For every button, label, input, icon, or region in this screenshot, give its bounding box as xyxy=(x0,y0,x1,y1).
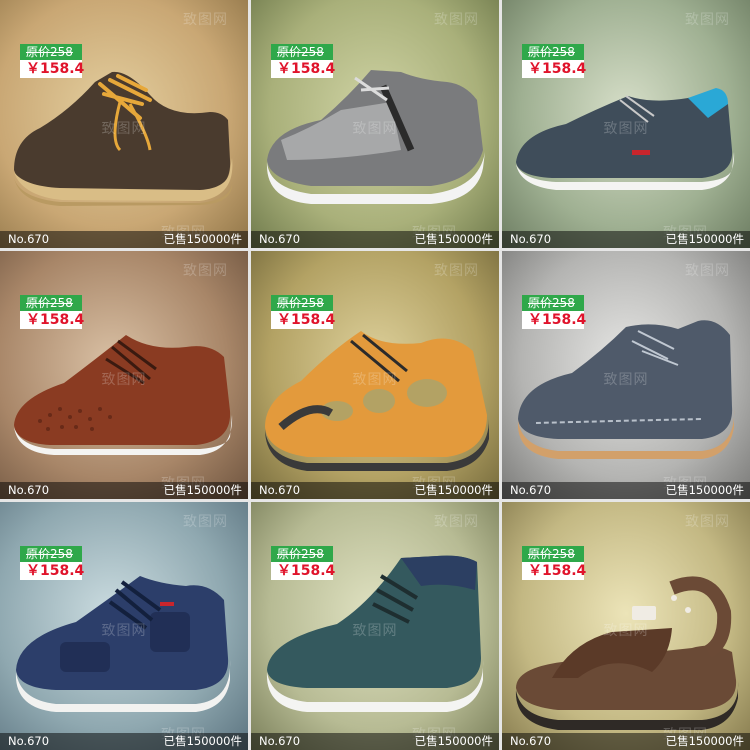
original-price: 原价258 xyxy=(271,546,333,562)
price-tag: 原价258 ￥158.4 xyxy=(20,295,84,329)
sale-price: ￥158.4 xyxy=(20,311,84,329)
sold-count: 已售150000件 xyxy=(665,734,744,748)
product-number: No.670 xyxy=(259,483,301,497)
product-card[interactable]: 致图网 致图网 致图网 原价258 ￥158.4 No.670 已售150000… xyxy=(502,251,750,499)
brown-leather-sandal-icon xyxy=(515,576,739,730)
sold-count: 已售150000件 xyxy=(414,734,493,748)
navy-suede-sneaker-icon xyxy=(516,88,735,190)
sale-price: ￥158.4 xyxy=(20,562,84,580)
sale-price: ￥158.4 xyxy=(522,311,586,329)
product-card[interactable]: 致图网 致图网 致图网 原价258 ￥158.4 No.670 已售150000… xyxy=(0,0,248,248)
sold-count: 已售150000件 xyxy=(163,483,242,497)
product-number: No.670 xyxy=(259,232,301,246)
price-tag: 原价258 ￥158.4 xyxy=(522,546,586,580)
navy-mesh-leather-sneaker-icon xyxy=(15,576,231,712)
perforated-brown-leather-shoe-icon xyxy=(14,335,233,455)
product-number: No.670 xyxy=(8,232,50,246)
original-price: 原价258 xyxy=(20,44,82,60)
card-footer: No.670 已售150000件 xyxy=(251,231,499,248)
original-price: 原价258 xyxy=(271,295,333,311)
original-price: 原价258 xyxy=(522,295,584,311)
product-number: No.670 xyxy=(510,232,552,246)
price-tag: 原价258 ￥158.4 xyxy=(271,295,335,329)
product-number: No.670 xyxy=(259,734,301,748)
card-footer: No.670 已售150000件 xyxy=(502,733,750,750)
original-price: 原价258 xyxy=(522,44,584,60)
product-card[interactable]: 致图网 致图网 致图网 原价258 ￥158.4 No.670 已售150000… xyxy=(251,251,499,499)
product-card[interactable]: 致图网 致图网 致图网 原价258 ￥158.4 No.670 已售150000… xyxy=(251,0,499,248)
sale-price: ￥158.4 xyxy=(522,60,586,78)
sale-price: ￥158.4 xyxy=(271,60,335,78)
card-footer: No.670 已售150000件 xyxy=(0,733,248,750)
sold-count: 已售150000件 xyxy=(665,483,744,497)
brown-suede-derby-shoe-icon xyxy=(14,71,233,206)
sold-count: 已售150000件 xyxy=(665,232,744,246)
product-card[interactable]: 致图网 致图网 致图网 原价258 ￥158.4 No.670 已售150000… xyxy=(0,251,248,499)
card-footer: No.670 已售150000件 xyxy=(251,733,499,750)
card-footer: No.670 已售150000件 xyxy=(0,482,248,499)
product-number: No.670 xyxy=(8,483,50,497)
sale-price: ￥158.4 xyxy=(522,562,586,580)
grey-mesh-sneaker-icon xyxy=(266,70,485,204)
sale-price: ￥158.4 xyxy=(20,60,84,78)
sold-count: 已售150000件 xyxy=(163,734,242,748)
price-tag: 原价258 ￥158.4 xyxy=(20,44,84,78)
price-tag: 原价258 ￥158.4 xyxy=(20,546,84,580)
card-footer: No.670 已售150000件 xyxy=(502,482,750,499)
sold-count: 已售150000件 xyxy=(414,483,493,497)
price-tag: 原价258 ￥158.4 xyxy=(271,44,335,78)
price-tag: 原价258 ￥158.4 xyxy=(271,546,335,580)
card-footer: No.670 已售150000件 xyxy=(502,231,750,248)
sale-price: ￥158.4 xyxy=(271,562,335,580)
original-price: 原价258 xyxy=(20,546,82,562)
original-price: 原价258 xyxy=(271,44,333,60)
product-card[interactable]: 致图网 致图网 致图网 原价258 ￥158.4 No.670 已售150000… xyxy=(502,0,750,248)
price-tag: 原价258 ￥158.4 xyxy=(522,295,586,329)
product-card[interactable]: 致图网 致图网 致图网 原价258 ￥158.4 No.670 已售150000… xyxy=(0,502,248,750)
product-card[interactable]: 致图网 致图网 致图网 原价258 ￥158.4 No.670 已售150000… xyxy=(502,502,750,750)
original-price: 原价258 xyxy=(20,295,82,311)
original-price: 原价258 xyxy=(522,546,584,562)
orange-sport-sandal-icon xyxy=(265,331,489,471)
grey-suede-boot-shoe-icon xyxy=(517,320,735,459)
card-footer: No.670 已售150000件 xyxy=(0,231,248,248)
sale-price: ￥158.4 xyxy=(271,311,335,329)
price-tag: 原价258 ￥158.4 xyxy=(522,44,586,78)
product-number: No.670 xyxy=(510,483,552,497)
card-footer: No.670 已售150000件 xyxy=(251,482,499,499)
product-number: No.670 xyxy=(510,734,552,748)
sold-count: 已售150000件 xyxy=(163,232,242,246)
teal-suede-high-top-icon xyxy=(266,555,484,712)
product-card[interactable]: 致图网 致图网 致图网 原价258 ￥158.4 No.670 已售150000… xyxy=(251,502,499,750)
product-number: No.670 xyxy=(8,734,50,748)
sold-count: 已售150000件 xyxy=(414,232,493,246)
product-grid: 致图网 致图网 致图网 原价258 ￥158.4 No.670 已售150000… xyxy=(0,0,750,750)
